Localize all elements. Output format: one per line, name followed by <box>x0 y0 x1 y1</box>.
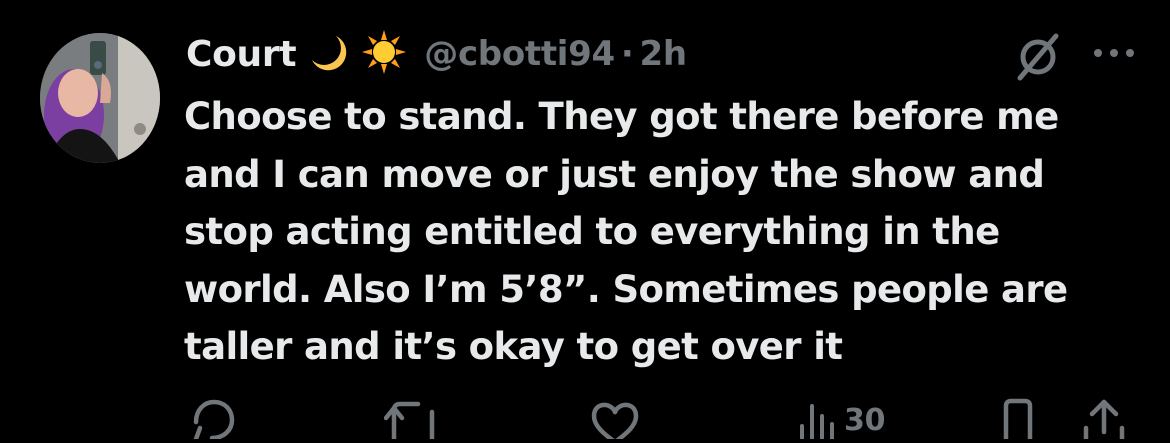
reply-icon <box>186 398 236 443</box>
share-icon <box>1082 398 1126 443</box>
bookmark-icon <box>1000 398 1036 443</box>
avatar[interactable] <box>40 33 160 163</box>
handle[interactable]: @cbotti94 <box>424 34 615 74</box>
sun-emoji <box>360 28 408 80</box>
separator: · <box>620 34 634 74</box>
reply-button[interactable] <box>186 398 236 443</box>
tweet-header: Court @cbotti94 · 2h <box>186 28 687 80</box>
retweet-icon <box>383 398 442 443</box>
avatar-image <box>40 33 160 163</box>
more-icon[interactable] <box>1092 44 1136 63</box>
handle-and-time: @cbotti94 · 2h <box>424 34 687 74</box>
tweet[interactable]: Court @cbotti94 · 2h Choose to stand. Th… <box>0 0 1170 443</box>
like-button[interactable] <box>590 398 640 443</box>
views-icon <box>798 398 838 443</box>
like-icon <box>590 398 640 443</box>
bookmark-button[interactable] <box>1000 398 1036 443</box>
share-button[interactable] <box>1082 398 1126 443</box>
views-button[interactable]: 30 <box>798 398 885 443</box>
grok-icon[interactable] <box>1014 32 1064 86</box>
display-name[interactable]: Court <box>186 34 297 75</box>
crescent-moon-emoji <box>306 30 350 78</box>
tweet-text: Choose to stand. They got there before m… <box>184 95 1068 368</box>
views-count: 30 <box>844 403 886 438</box>
timestamp[interactable]: 2h <box>640 34 688 74</box>
retweet-button[interactable] <box>383 398 442 443</box>
